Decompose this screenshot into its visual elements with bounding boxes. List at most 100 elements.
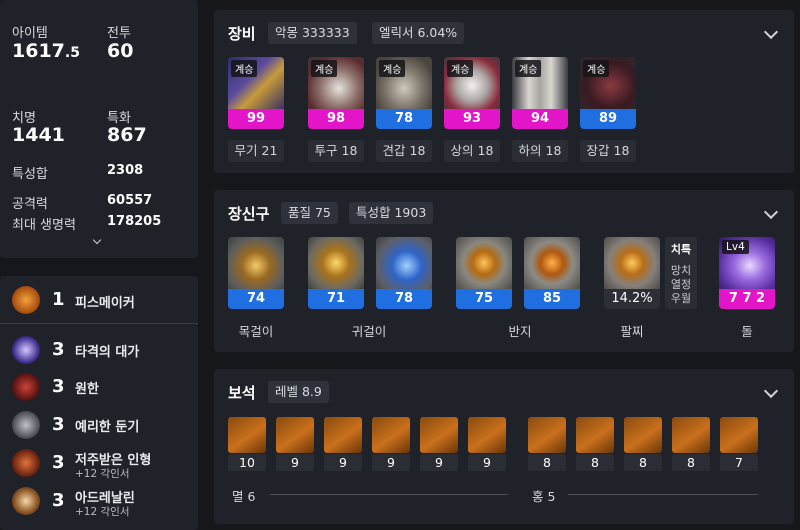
helmet-label: 투구 18 xyxy=(308,140,364,162)
gems-title: 보석 xyxy=(228,384,256,402)
chest-label: 상의 18 xyxy=(444,140,500,162)
shoulder-card[interactable]: 계승 78 xyxy=(376,57,432,129)
gem-blazing[interactable]: 8 xyxy=(624,417,662,471)
engraving-row[interactable]: 3 예리한 둔기 xyxy=(0,408,198,446)
gem-icon xyxy=(420,417,458,453)
gem-doomfire[interactable]: 9 xyxy=(324,417,362,471)
gloves-card[interactable]: 계승 89 xyxy=(580,57,636,129)
attack-value: 60557 xyxy=(107,193,153,208)
earring-icon xyxy=(308,237,364,289)
gem-doomfire[interactable]: 9 xyxy=(372,417,410,471)
earring-label: 귀걸이 xyxy=(351,324,387,339)
engraving-book-label: +12 각인서 xyxy=(75,468,130,480)
engraving-row[interactable]: 3 저주받은 인형 +12 각인서 xyxy=(0,446,198,484)
grudge-icon xyxy=(12,373,40,401)
quality-value: 78 xyxy=(376,289,432,309)
weapon-card[interactable]: 계승 99 xyxy=(228,57,284,129)
pants-label: 하의 18 xyxy=(512,140,568,162)
gem-icon xyxy=(576,417,614,453)
bracelet-card[interactable]: 14.2% xyxy=(604,237,660,309)
accessories-panel: 장신구 품질 75 특성합 1903 74 71 78 75 85 14.2% … xyxy=(214,190,794,352)
quality-value: 94 xyxy=(512,109,568,129)
ring-icon xyxy=(456,237,512,289)
bracelet-effect: 치특 xyxy=(670,243,692,256)
hp-value: 178205 xyxy=(107,214,162,229)
gem-level: 9 xyxy=(468,454,506,471)
combat-level-value: 60 xyxy=(107,40,134,62)
bracelet-label: 팔찌 xyxy=(620,324,644,339)
earring-card[interactable]: 71 xyxy=(308,237,364,309)
gem-icon xyxy=(528,417,566,453)
engraving-name: 예리한 둔기 xyxy=(75,420,140,435)
succession-badge: 계승 xyxy=(231,60,258,77)
gem-level: 9 xyxy=(276,454,314,471)
gem-doomfire[interactable]: 10 xyxy=(228,417,266,471)
stats-panel: 아이템 1617.5 전투 60 치명 1441 특화 867 특성합 2308… xyxy=(0,0,198,258)
cursed-doll-icon xyxy=(12,449,40,477)
quality-value: 98 xyxy=(308,109,364,129)
ring-card[interactable]: 75 xyxy=(456,237,512,309)
engraving-row[interactable]: 1 피스메이커 xyxy=(0,283,198,321)
gem-level: 8 xyxy=(528,454,566,471)
equipment-title: 장비 xyxy=(228,25,256,43)
chest-card[interactable]: 계승 93 xyxy=(444,57,500,129)
quality-value: 78 xyxy=(376,109,432,129)
necklace-icon xyxy=(228,237,284,289)
stone-level-badge: Lv4 xyxy=(722,240,749,254)
bracelet-effects: 치특 망치 열정 우월 xyxy=(665,237,697,309)
gem-icon xyxy=(324,417,362,453)
gem-level: 8 xyxy=(624,454,662,471)
gem-level: 7 xyxy=(720,454,758,471)
quality-chip: 품질 75 xyxy=(281,202,338,224)
collapse-accessories-icon[interactable] xyxy=(763,204,779,220)
collapse-gems-icon[interactable] xyxy=(763,383,779,399)
gem-level: 8 xyxy=(576,454,614,471)
gem-blazing[interactable]: 8 xyxy=(576,417,614,471)
crit-value: 1441 xyxy=(12,124,65,146)
stat-sum-label: 특성합 xyxy=(12,167,48,182)
gem-doomfire[interactable]: 9 xyxy=(420,417,458,471)
helmet-card[interactable]: 계승 98 xyxy=(308,57,364,129)
gem-blazing[interactable]: 8 xyxy=(528,417,566,471)
collapse-equipment-icon[interactable] xyxy=(763,24,779,40)
attack-label: 공격력 xyxy=(12,197,48,212)
engraving-level: 3 xyxy=(52,414,65,435)
gem-level: 10 xyxy=(228,454,266,471)
elixir-chip: 엘릭서 6.04% xyxy=(372,22,465,44)
necklace-card[interactable]: 74 xyxy=(228,237,284,309)
ring-icon xyxy=(524,237,580,289)
expand-stats-icon[interactable] xyxy=(92,235,102,245)
gem-icon xyxy=(624,417,662,453)
stone-card[interactable]: Lv4 7 7 2 xyxy=(719,237,775,309)
engraving-name: 타격의 대가 xyxy=(75,345,140,360)
master-brawler-icon xyxy=(12,336,40,364)
gem-doomfire[interactable]: 9 xyxy=(468,417,506,471)
gem-blazing[interactable]: 7 xyxy=(720,417,758,471)
stone-label: 돌 xyxy=(741,324,753,339)
gem-blazing[interactable]: 8 xyxy=(672,417,710,471)
gem-icon xyxy=(228,417,266,453)
engraving-name: 피스메이커 xyxy=(75,296,135,311)
gem-doomfire[interactable]: 9 xyxy=(276,417,314,471)
bracelet-icon xyxy=(604,237,660,289)
gem-level: 9 xyxy=(324,454,362,471)
earring-card[interactable]: 78 xyxy=(376,237,432,309)
divider xyxy=(270,494,508,495)
spec-value: 867 xyxy=(107,124,147,146)
weapon-label: 무기 21 xyxy=(228,140,284,162)
engraving-level: 3 xyxy=(52,452,65,473)
engraving-book-label: +12 각인서 xyxy=(75,506,130,518)
stat-sum-value: 2308 xyxy=(107,163,144,178)
ring-card[interactable]: 85 xyxy=(524,237,580,309)
engraving-name: 원한 xyxy=(75,382,99,397)
divider xyxy=(0,323,198,324)
accessories-title: 장신구 xyxy=(228,205,270,223)
engraving-row[interactable]: 3 아드레날린 +12 각인서 xyxy=(0,484,198,522)
bracelet-effect: 우월 xyxy=(670,292,692,305)
succession-badge: 계승 xyxy=(583,60,610,77)
engraving-row[interactable]: 3 타격의 대가 xyxy=(0,333,198,371)
gem-level-chip: 레벨 8.9 xyxy=(268,381,329,403)
engraving-row[interactable]: 3 원한 xyxy=(0,370,198,408)
combat-level-label: 전투 xyxy=(107,26,131,41)
pants-card[interactable]: 계승 94 xyxy=(512,57,568,129)
